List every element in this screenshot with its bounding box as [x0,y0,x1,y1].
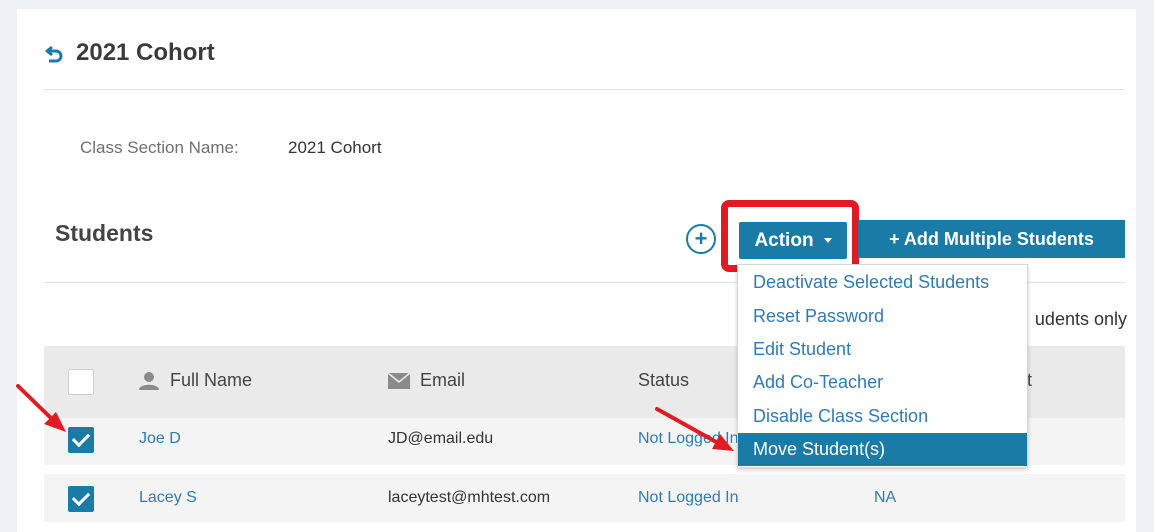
person-icon [139,371,159,390]
menu-item-edit-student[interactable]: Edit Student [738,333,1027,366]
section-name-label: Class Section Name: [80,138,239,157]
student-name-link[interactable]: Lacey S [139,489,197,507]
column-header-full-name[interactable]: Full Name [138,370,252,391]
student-email: JD@email.edu [388,430,494,447]
menu-item-reset-password[interactable]: Reset Password [738,300,1027,333]
back-arrow-icon[interactable] [44,43,64,63]
column-label-email: Email [420,370,466,390]
filter-option-label: udents only [1034,309,1127,329]
select-all-checkbox[interactable] [68,369,94,395]
page-header: 2021 Cohort [44,36,215,70]
column-header-email[interactable]: Email [388,370,465,391]
students-heading: Students [55,220,154,246]
menu-item-deactivate-selected-students[interactable]: Deactivate Selected Students [738,266,1027,299]
header-divider [44,89,1125,90]
section-name-value: 2021 Cohort [288,138,382,157]
student-name-link[interactable]: Joe D [139,430,181,448]
menu-item-disable-class-section[interactable]: Disable Class Section [738,400,1027,433]
student-status[interactable]: Not Logged In [638,430,739,448]
annotation-highlight-box [721,200,859,272]
student-last-login: NA [874,489,897,506]
row-select-checkbox[interactable] [68,486,94,512]
student-email: laceytest@mhtest.com [388,489,551,506]
column-label-status: Status [638,370,690,390]
table-row [44,474,1125,522]
column-header-status[interactable]: Status [638,370,689,391]
envelope-icon [388,372,410,389]
action-dropdown-menu: Deactivate Selected Students Reset Passw… [737,264,1028,468]
menu-item-move-students[interactable]: Move Student(s) [738,433,1027,466]
page-title: 2021 Cohort [76,39,215,66]
menu-item-add-co-teacher[interactable]: Add Co-Teacher [738,366,1027,399]
add-student-button[interactable]: + [686,224,716,254]
add-multiple-students-button[interactable]: + Add Multiple Students [858,220,1125,258]
filter-option-text[interactable]: udents only [1012,309,1127,330]
column-label-full-name: Full Name [170,370,253,390]
student-status[interactable]: Not Logged In [638,489,739,507]
row-select-checkbox[interactable] [68,427,94,453]
